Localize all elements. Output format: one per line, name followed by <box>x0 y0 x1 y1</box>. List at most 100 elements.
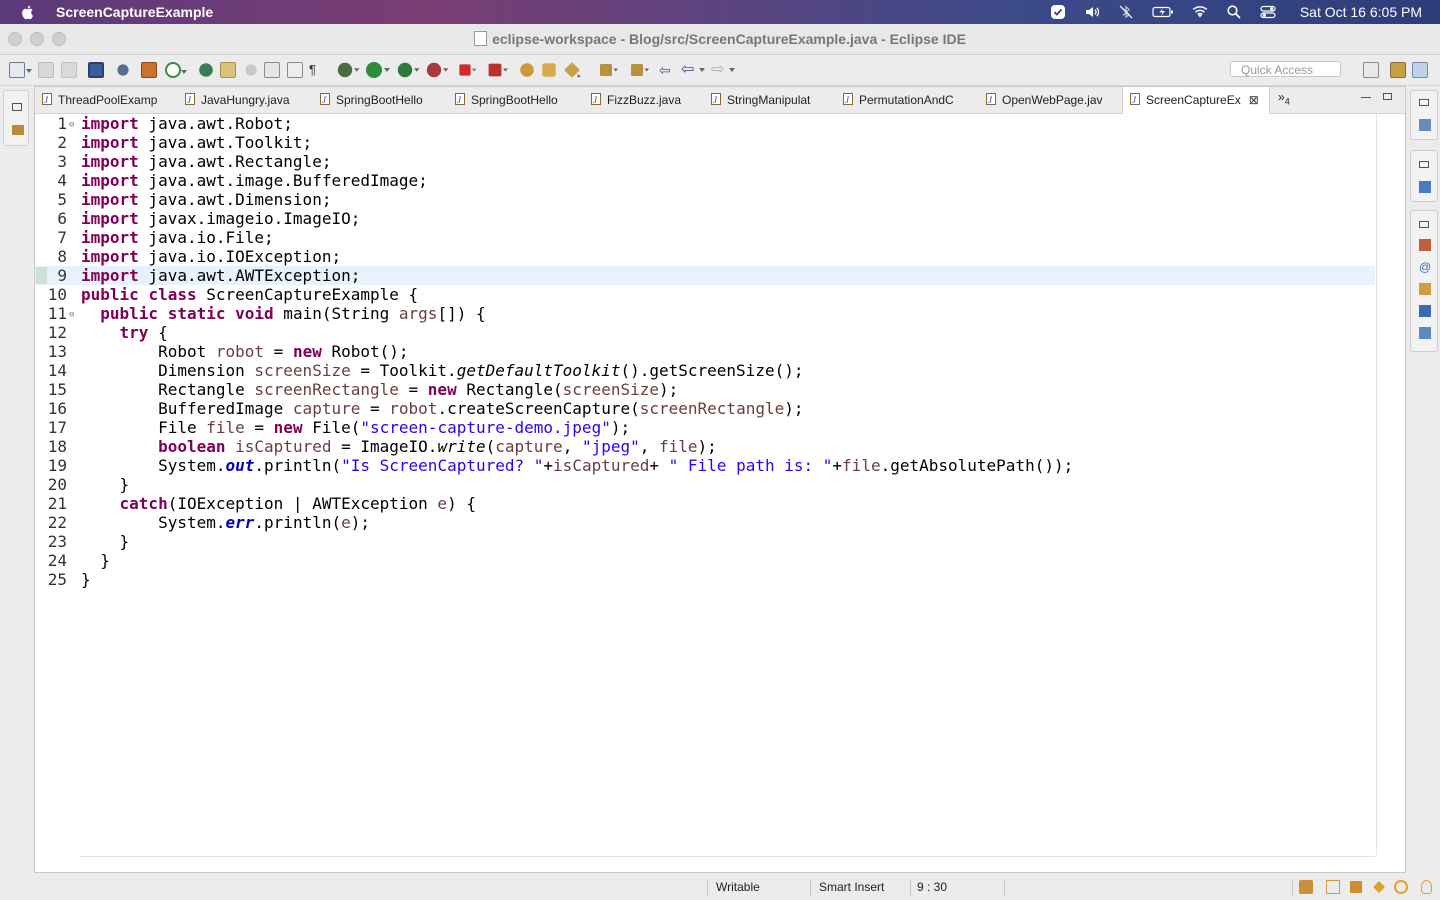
open-perspective-icon[interactable] <box>1363 62 1379 78</box>
forward-icon[interactable]: ⇨ <box>711 62 735 78</box>
save-all-icon[interactable] <box>61 62 77 78</box>
editor-tab[interactable]: JavaHungry.java <box>178 87 290 113</box>
spotlight-search-icon[interactable] <box>1226 4 1242 20</box>
insert-mode-status[interactable]: Smart Insert <box>819 879 884 896</box>
code-line[interactable]: 8 import java.io.IOException; <box>35 247 1375 266</box>
volume-icon[interactable] <box>1084 4 1100 20</box>
document-proxy-icon[interactable] <box>474 31 488 46</box>
save-icon[interactable] <box>38 62 54 78</box>
word-wrap-icon[interactable] <box>264 62 280 78</box>
code-line[interactable]: 17 File file = new File("screen-capture-… <box>35 418 1375 437</box>
code-line[interactable]: 5 import java.awt.Dimension; <box>35 190 1375 209</box>
code-line[interactable]: 11 ⊖ public static void main(String args[… <box>35 304 1375 323</box>
apple-menu-icon[interactable] <box>20 4 36 20</box>
external-tools-icon[interactable] <box>426 62 449 78</box>
editor-tab[interactable]: SpringBootHello <box>313 87 423 113</box>
pencil-icon[interactable] <box>1373 881 1385 893</box>
new-wizard-icon[interactable] <box>9 62 32 78</box>
console-icon[interactable] <box>1419 305 1431 317</box>
run-icon[interactable] <box>366 62 390 78</box>
java-ee-perspective-icon[interactable] <box>1390 62 1406 78</box>
pilcrow-icon[interactable]: ¶ <box>309 62 325 78</box>
code-line[interactable]: 22 System.err.println(e); <box>35 513 1375 532</box>
editor-tab[interactable]: OpenWebPage.jav <box>979 87 1103 113</box>
restore-icon[interactable] <box>12 103 22 111</box>
next-annotation-icon[interactable] <box>600 64 618 76</box>
checkmark-status-icon[interactable] <box>1050 4 1066 20</box>
disconnect-icon[interactable] <box>488 63 508 77</box>
code-line[interactable]: 6 import javax.imageio.ImageIO; <box>35 209 1375 228</box>
restore-icon[interactable] <box>1419 221 1429 228</box>
wifi-icon[interactable] <box>1192 4 1208 20</box>
code-line[interactable]: 19 System.out.println("Is ScreenCaptured… <box>35 456 1375 475</box>
quick-access-input[interactable]: Quick Access <box>1230 61 1341 77</box>
menu-bar-clock[interactable]: Sat Oct 16 6:05 PM <box>1300 4 1422 20</box>
code-line[interactable]: 3 import java.awt.Rectangle; <box>35 152 1375 171</box>
editor-tab[interactable]: FizzBuzz.java <box>584 87 681 113</box>
previous-annotation-icon[interactable] <box>631 64 649 76</box>
open-type-icon[interactable] <box>520 63 534 77</box>
refresh-icon[interactable] <box>165 62 187 78</box>
close-tab-icon[interactable]: ⊠ <box>1249 87 1259 113</box>
coverage-icon[interactable] <box>397 62 420 78</box>
help-icon[interactable] <box>1394 880 1408 894</box>
build-icon[interactable] <box>141 62 157 78</box>
java-perspective-icon[interactable] <box>1412 62 1428 78</box>
code-line[interactable]: 16 BufferedImage capture = robot.createS… <box>35 399 1375 418</box>
code-line[interactable]: 20 } <box>35 475 1375 494</box>
code-line[interactable]: 21 catch(IOException | AWTException e) { <box>35 494 1375 513</box>
problems-icon[interactable] <box>1419 239 1431 251</box>
open-task-icon[interactable] <box>542 63 556 77</box>
task-repository-icon[interactable] <box>1299 880 1313 894</box>
package-explorer-icon[interactable] <box>12 125 24 135</box>
graduation-cap-icon[interactable] <box>1350 881 1362 893</box>
code-line[interactable]: 25} <box>35 570 1375 589</box>
search-icon[interactable] <box>564 62 580 78</box>
code-line[interactable]: 24 } <box>35 551 1375 570</box>
skip-breakpoints-icon[interactable] <box>117 64 129 76</box>
code-line[interactable]: 18 boolean isCaptured = ImageIO.write(ca… <box>35 437 1375 456</box>
last-edit-location-icon[interactable]: ⇦ <box>659 62 675 78</box>
mark-occurrences-icon[interactable] <box>220 62 236 78</box>
code-editor[interactable]: 1 ⊖ import java.awt.Robot; 2 import java.awt… <box>35 114 1375 854</box>
code-line[interactable]: 13 Robot robot = new Robot(); <box>35 342 1375 361</box>
editor-tab-active[interactable]: ScreenCaptureEx ⊠ <box>1122 87 1270 114</box>
editor-tab[interactable]: StringManipulat <box>704 87 810 113</box>
code-line[interactable]: 10 public class ScreenCaptureExample { <box>35 285 1375 304</box>
outline-icon[interactable] <box>1419 181 1431 193</box>
code-line[interactable]: 9 import java.awt.AWTException; <box>35 266 1375 285</box>
restore-icon[interactable] <box>1419 161 1429 168</box>
debug-icon[interactable] <box>337 62 360 78</box>
javadoc-icon[interactable]: @ <box>1419 261 1431 273</box>
back-icon[interactable]: ⇦ <box>681 62 705 78</box>
cursor-position-status[interactable]: 9 : 30 <box>917 879 947 896</box>
block-selection-icon[interactable] <box>245 64 257 76</box>
code-line[interactable]: 12 try { <box>35 323 1375 342</box>
code-line[interactable]: 15 Rectangle screenRectangle = new Recta… <box>35 380 1375 399</box>
code-line[interactable]: 2 import java.awt.Toolkit; <box>35 133 1375 152</box>
bluetooth-off-icon[interactable] <box>1118 4 1134 20</box>
code-line[interactable]: 1 ⊖ import java.awt.Robot; <box>35 114 1375 133</box>
code-line[interactable]: 23 } <box>35 532 1375 551</box>
open-console-icon[interactable] <box>88 62 104 78</box>
restore-icon[interactable] <box>1419 99 1429 106</box>
progress-icon[interactable] <box>1419 327 1431 339</box>
search-references-icon[interactable] <box>199 63 213 77</box>
lightbulb-icon[interactable] <box>1421 880 1432 894</box>
code-line[interactable]: 14 Dimension screenSize = Toolkit.getDef… <box>35 361 1375 380</box>
editor-tab[interactable]: ThreadPoolExamp <box>35 87 157 113</box>
active-app-name[interactable]: ScreenCaptureExample <box>56 4 213 20</box>
task-list-icon[interactable] <box>1419 119 1431 131</box>
editor-tab[interactable]: PermutationAndC <box>836 87 954 113</box>
horizontal-scrollbar[interactable] <box>79 856 1375 857</box>
declaration-icon[interactable] <box>1419 283 1431 295</box>
book-icon[interactable] <box>1326 880 1340 894</box>
minimize-editor-icon[interactable] <box>1361 93 1371 98</box>
code-line[interactable]: 4 import java.awt.image.BufferedImage; <box>35 171 1375 190</box>
terminate-icon[interactable] <box>459 64 477 76</box>
show-whitespace-icon[interactable] <box>287 62 303 78</box>
control-center-icon[interactable] <box>1260 4 1276 20</box>
battery-charging-icon[interactable] <box>1152 4 1174 20</box>
maximize-editor-icon[interactable] <box>1383 93 1392 100</box>
code-line[interactable]: 7 import java.io.File; <box>35 228 1375 247</box>
